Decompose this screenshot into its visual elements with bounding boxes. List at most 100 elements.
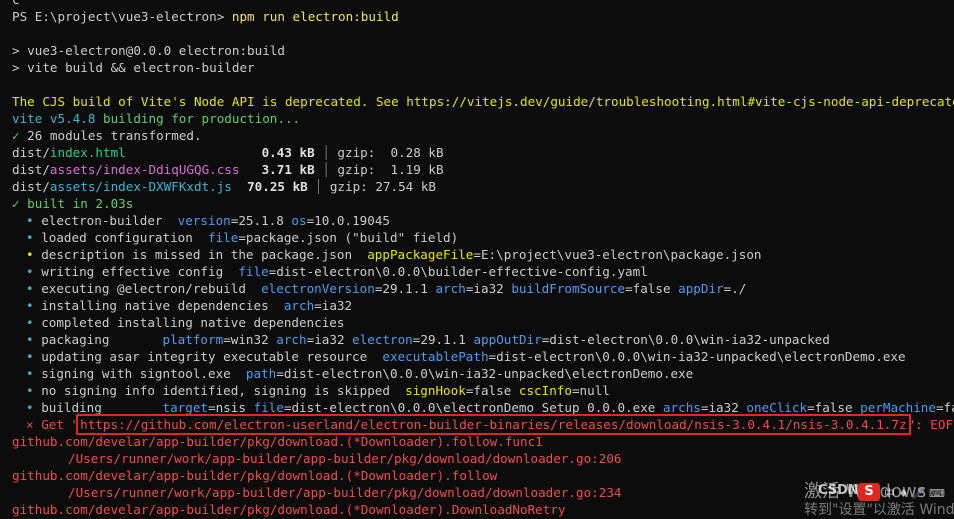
script-line: > vite build && electron-builder	[12, 60, 255, 75]
bullet-icon: •	[26, 298, 34, 313]
log-key: file	[208, 230, 239, 245]
log-text: no signing info identified, signing is s…	[41, 383, 406, 398]
file-gzip: gzip: 27.54 kB	[329, 179, 436, 194]
log-text: building	[41, 400, 163, 415]
log-key: electron	[352, 332, 413, 347]
log-key: os	[291, 213, 307, 228]
log-text: =false	[625, 281, 679, 296]
build-file-row: dist/assets/index-DdiqUGQG.css 3.71 kB │…	[12, 161, 954, 178]
bullet-icon: •	[26, 400, 34, 415]
modules-line: ✓ 26 modules transformed.	[12, 127, 954, 144]
bullet-icon: •	[26, 315, 34, 330]
file-size: 70.25 kB	[247, 179, 308, 194]
log-key: appPackageFile	[367, 247, 474, 262]
divider: │	[307, 179, 330, 194]
log-text: =false	[807, 400, 861, 415]
log-key: appDir	[678, 281, 724, 296]
builder-log-line: • signing with signtool.exe path=dist-el…	[12, 365, 954, 382]
modules-text: 26 modules transformed.	[19, 128, 202, 143]
log-key: archs	[662, 400, 701, 415]
builder-log-line: • writing effective config file=dist-ele…	[12, 263, 954, 280]
log-text: =nsis	[208, 400, 254, 415]
bullet-icon: •	[26, 247, 34, 262]
builder-log-line: • installing native dependencies arch=ia…	[12, 297, 954, 314]
log-text: =10.0.19045	[306, 213, 390, 228]
log-text: packaging	[41, 332, 163, 347]
builder-log: • electron-builder version=25.1.8 os=10.…	[12, 212, 954, 416]
builder-log-line: • description is missed in the package.j…	[12, 246, 954, 263]
log-text: =dist-electron\0.0.0\win-ia32-unpacked\e…	[276, 366, 694, 381]
bullet-icon: •	[26, 264, 34, 279]
log-key: perMachine	[860, 400, 936, 415]
vite-version: vite v5.4.8	[12, 111, 96, 126]
terminal-prompt-line: PS E:\project\vue3-electron> npm run ele…	[12, 8, 954, 25]
vite-building-line: vite v5.4.8 building for production...	[12, 110, 954, 127]
log-text: updating asar integrity executable resou…	[41, 349, 383, 364]
sogou-logo-icon[interactable]: S	[858, 483, 880, 501]
file-dir: dist/	[12, 179, 50, 194]
file-dir: dist/	[12, 145, 50, 160]
log-key: buildFromSource	[511, 281, 626, 296]
built-in-text: built in 2.03s	[19, 196, 134, 211]
error-suffix: ": EOF	[907, 417, 954, 432]
log-text: =ia32	[314, 298, 353, 313]
terminal-output[interactable]: c PS E:\project\vue3-electron> npm run e…	[12, 0, 954, 517]
builder-log-line: • loaded configuration file=package.json…	[12, 229, 954, 246]
log-text: =dist-electron\0.0.0\electronDemo Setup …	[283, 400, 663, 415]
build-file-row: dist/assets/index-DXWFKxdt.js 70.25 kB │…	[12, 178, 954, 195]
log-text: executing @electron/rebuild	[41, 281, 262, 296]
log-text: =29.1.1	[412, 332, 474, 347]
log-text: =false	[935, 400, 954, 415]
log-key: arch	[276, 332, 307, 347]
error-url[interactable]: https://github.com/electron-userland/ele…	[76, 414, 911, 435]
log-text: =29.1.1	[374, 281, 436, 296]
bullet-icon: •	[26, 366, 34, 381]
file-gzip: gzip: 1.19 kB	[337, 162, 444, 177]
prompt: PS E:\project\vue3-electron>	[12, 9, 232, 24]
log-text: =./	[723, 281, 747, 296]
build-files-list: dist/index.html 0.43 kB │ gzip: 0.28 kB d…	[12, 144, 954, 195]
file-name: assets/index-DXWFKxdt.js	[49, 179, 232, 194]
log-key: executablePath	[382, 349, 489, 364]
log-key: version	[177, 213, 231, 228]
builder-log-line: • no signing info identified, signing is…	[12, 382, 954, 399]
vite-building-text: building for production...	[95, 111, 301, 126]
terminal-line-partial: c	[12, 0, 954, 8]
cjs-warning: The CJS build of Vite's Node API is depr…	[12, 94, 954, 109]
log-key: electronVersion	[261, 281, 375, 296]
builder-log-line: • building target=nsis file=dist-electro…	[12, 399, 954, 416]
file-padding	[126, 145, 255, 160]
builder-log-line: • executing @electron/rebuild electronVe…	[12, 280, 954, 297]
watermark-subtitle: 转到"设置"以激活 Windows。	[804, 502, 954, 518]
log-text: completed installing native dependencies	[41, 315, 345, 330]
builder-log-line: • updating asar integrity executable res…	[12, 348, 954, 365]
windows-activation-watermark: 激活 Windows 转到"设置"以激活 Windows。 CSDN S 中 ♦…	[784, 475, 954, 518]
check-icon: ✓	[12, 128, 20, 143]
log-text: =win32	[223, 332, 277, 347]
csdn-label: CSDN	[818, 483, 859, 498]
log-text: =dist-electron\0.0.0\win-ia32-unpacked\e…	[488, 349, 906, 364]
script-line: > vue3-electron@0.0.0 electron:build	[12, 43, 285, 58]
builder-log-line: • completed installing native dependenci…	[12, 314, 954, 331]
file-padding	[239, 162, 254, 177]
file-padding	[232, 179, 247, 194]
error-icon: ⨯	[26, 417, 34, 432]
log-key: cscInfo	[518, 383, 572, 398]
stack-trace-line: github.com/develar/app-builder/pkg/downl…	[12, 434, 543, 449]
log-text: =E:\project\vue3-electron\package.json	[473, 247, 762, 262]
command-text: npm run electron:build	[231, 9, 399, 24]
log-text: description is missed in the package.jso…	[41, 247, 368, 262]
log-key: target	[162, 400, 209, 415]
file-name: index.html	[49, 145, 126, 160]
ime-toolbar-icons[interactable]: 中 ♦ 🎤 ⌨	[884, 485, 945, 501]
log-text: =ia32	[306, 332, 353, 347]
log-text: =false	[465, 383, 519, 398]
log-text: installing native dependencies	[41, 298, 284, 313]
builder-log-line: • electron-builder version=25.1.8 os=10.…	[12, 212, 954, 229]
builder-log-line: • packaging platform=win32 arch=ia32 ele…	[12, 331, 954, 348]
bullet-icon: •	[26, 349, 34, 364]
file-size: 0.43 kB	[261, 145, 315, 160]
bullet-icon: •	[26, 230, 34, 245]
